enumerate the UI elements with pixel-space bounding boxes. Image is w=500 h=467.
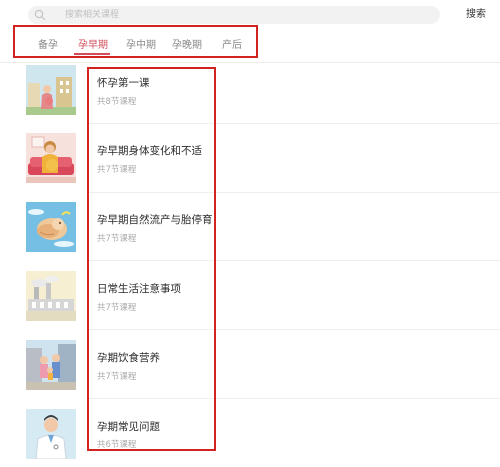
tabs-highlight-frame: [13, 25, 258, 58]
search-button[interactable]: 搜索: [466, 6, 486, 24]
search-bar[interactable]: [28, 6, 440, 24]
search-input[interactable]: [65, 6, 425, 24]
fetus-sky-illustration-icon: [26, 202, 76, 252]
family-street-illustration-icon: [26, 340, 76, 390]
pregnant-woman-sofa-illustration-icon: [26, 133, 76, 183]
pregnant-city-illustration-icon: [26, 65, 76, 115]
factory-smoke-illustration-icon: [26, 271, 76, 321]
course-list-highlight-frame: [87, 67, 216, 451]
search-icon: [34, 9, 46, 21]
doctor-illustration-icon: [26, 409, 76, 459]
